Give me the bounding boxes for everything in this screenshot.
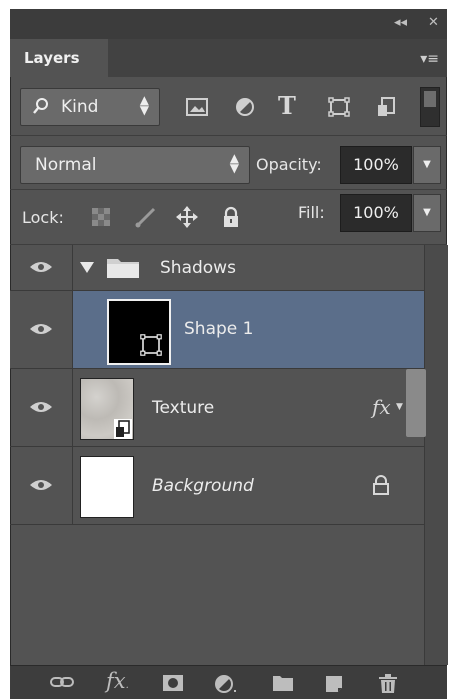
- shape-layer-badge-icon: [140, 334, 162, 356]
- type-filter-icon[interactable]: T: [278, 91, 300, 120]
- close-panel-icon[interactable]: ✕: [428, 15, 439, 30]
- layer-thumbnail-background[interactable]: [80, 456, 134, 518]
- layer-name-background: Background: [152, 476, 254, 496]
- layer-row-texture[interactable]: Texture fx ▼: [10, 369, 424, 447]
- fill-label: Fill:: [298, 203, 325, 222]
- lock-image-pixels-icon[interactable]: [134, 206, 156, 228]
- layers-panel: ◂◂ ✕ Layers ▾≡ Kind ▲ ▼ T Normal ▲ ▼ Opa…: [10, 9, 448, 699]
- layer-row-shadows[interactable]: Shadows: [10, 245, 424, 291]
- layer-name-texture: Texture: [152, 398, 215, 418]
- filter-kind-select[interactable]: Kind ▲ ▼: [20, 88, 160, 126]
- eye-icon[interactable]: [29, 260, 53, 274]
- fx-expand-icon[interactable]: ▼: [396, 402, 403, 412]
- eye-icon[interactable]: [29, 322, 53, 336]
- panel-title-bar[interactable]: ◂◂ ✕: [10, 9, 447, 39]
- fx-icon[interactable]: fx.: [106, 669, 129, 693]
- visibility-column: [10, 447, 73, 524]
- lock-position-icon[interactable]: [176, 206, 198, 228]
- layers-scrollbar[interactable]: [424, 245, 448, 665]
- smart-object-filter-icon[interactable]: [376, 97, 398, 117]
- delete-layer-icon[interactable]: [378, 674, 398, 694]
- filter-toggle-switch[interactable]: [420, 87, 440, 127]
- visibility-column: [10, 369, 73, 446]
- shape-filter-icon[interactable]: [328, 97, 350, 117]
- new-layer-icon[interactable]: [324, 674, 344, 694]
- layers-list: Shadows Shape 1 Texture fx ▼ Background: [10, 245, 424, 665]
- lock-transparent-pixels-icon[interactable]: [90, 206, 112, 228]
- adjustment-filter-icon[interactable]: [234, 97, 256, 117]
- layer-row-background[interactable]: Background: [10, 447, 424, 525]
- panel-menu-icon[interactable]: ▾≡: [420, 51, 439, 67]
- lock-icon: [373, 475, 389, 495]
- filter-kind-label: Kind: [61, 97, 99, 117]
- new-group-icon[interactable]: [272, 674, 294, 692]
- folder-icon: [107, 259, 139, 278]
- smart-object-badge-icon: [114, 419, 132, 439]
- expand-triangle-icon[interactable]: [80, 262, 94, 273]
- eye-icon[interactable]: [29, 400, 53, 414]
- search-icon: [33, 98, 48, 114]
- image-filter-icon[interactable]: [186, 97, 208, 117]
- eye-icon[interactable]: [29, 478, 53, 492]
- fill-dropdown-button[interactable]: ▼: [413, 194, 441, 232]
- tab-row: Layers ▾≡: [10, 39, 447, 77]
- opacity-dropdown-button[interactable]: ▼: [413, 146, 441, 184]
- link-layers-icon[interactable]: [50, 674, 74, 690]
- collapse-panel-icon[interactable]: ◂◂: [394, 15, 407, 30]
- blend-mode-label: Normal: [35, 155, 97, 175]
- adjustment-layer-icon[interactable]: [214, 674, 238, 694]
- layer-mask-icon[interactable]: [162, 674, 184, 692]
- visibility-column: [10, 245, 73, 290]
- fx-badge[interactable]: fx: [372, 395, 391, 419]
- lock-all-icon[interactable]: [220, 206, 242, 228]
- layer-name-shadows: Shadows: [160, 258, 236, 278]
- tab-layers[interactable]: Layers: [10, 39, 108, 77]
- chevron-updown-icon: ▲ ▼: [229, 151, 239, 175]
- fill-input[interactable]: 100%: [340, 194, 412, 232]
- scrollbar-thumb[interactable]: [406, 369, 426, 437]
- blend-mode-select[interactable]: Normal ▲ ▼: [20, 146, 250, 184]
- layer-name-shape-1: Shape 1: [184, 319, 254, 339]
- chevron-updown-icon: ▲ ▼: [139, 93, 149, 117]
- visibility-column: [10, 291, 73, 368]
- opacity-input[interactable]: 100%: [340, 146, 412, 184]
- filter-row: Kind ▲ ▼ T: [10, 77, 447, 135]
- opacity-label: Opacity:: [256, 155, 322, 174]
- layer-row-shape-1[interactable]: Shape 1: [10, 291, 424, 369]
- lock-label: Lock:: [22, 208, 64, 227]
- layers-bottom-toolbar: fx.: [10, 665, 447, 699]
